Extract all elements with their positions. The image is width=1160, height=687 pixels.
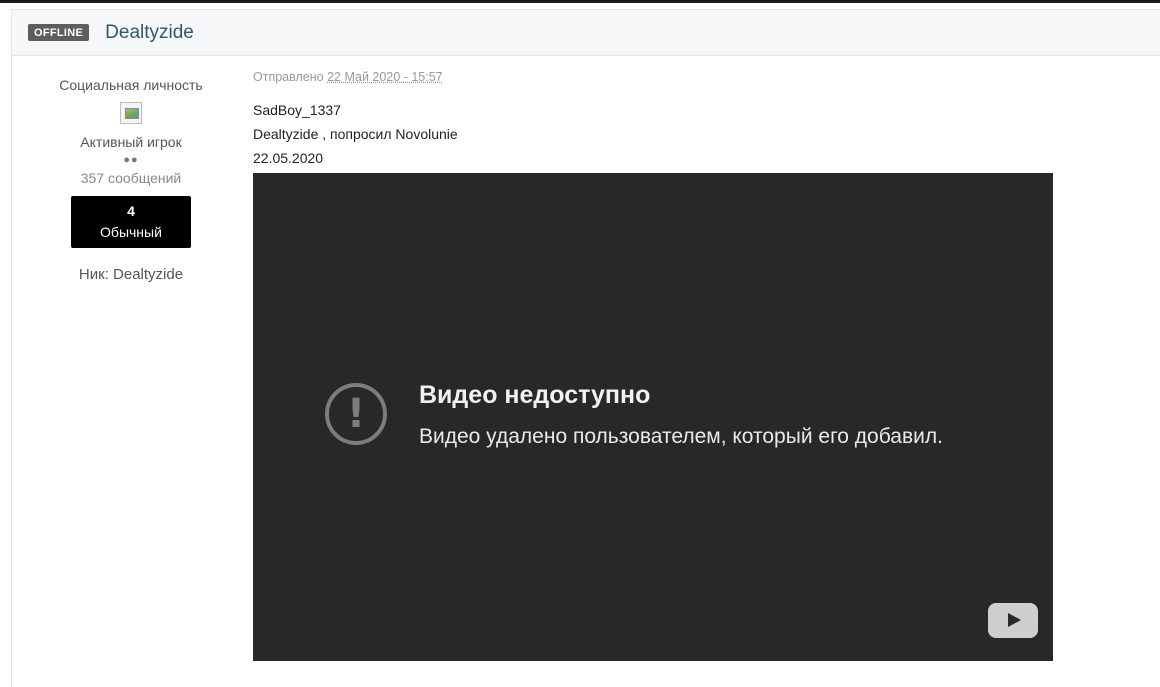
post-text-line: Dealtyzide , попросил Novolunie <box>253 126 458 142</box>
reputation-value: 4 <box>127 203 135 219</box>
reputation-label: Обычный <box>100 224 162 240</box>
broken-image-icon[interactable] <box>120 102 142 124</box>
author-name-link[interactable]: Dealtyzide <box>105 22 194 44</box>
exclamation-circle-icon: ! <box>325 383 387 445</box>
rank-pips: ●● <box>123 154 139 166</box>
video-unavailable-title: Видео недоступно <box>419 381 651 409</box>
youtube-play-icon[interactable] <box>988 603 1038 638</box>
video-embed[interactable]: ! Видео недоступно Видео удалено пользов… <box>253 173 1053 661</box>
top-border <box>0 0 1160 3</box>
post-text-line: 22.05.2020 <box>253 150 324 166</box>
post-header: OFFLINE Dealtyzide <box>12 10 1160 56</box>
status-badge: OFFLINE <box>28 24 90 41</box>
forum-post: OFFLINE Dealtyzide Социальная личность А… <box>11 9 1160 687</box>
reputation-box: 4 Обычный <box>71 196 191 248</box>
posted-prefix: Отправлено <box>253 70 324 84</box>
user-title: Социальная личность <box>59 77 203 93</box>
nick-line: Ник: Dealtyzide <box>78 266 184 283</box>
post-body: Отправлено 22 Май 2020 - 15:57 SadBoy_13… <box>253 70 1133 661</box>
post-text-line: SadBoy_1337 <box>253 102 341 118</box>
post-count: 357 сообщений <box>80 170 182 186</box>
posted-date[interactable]: 22 Май 2020 - 15:57 <box>327 70 443 84</box>
posted-info: Отправлено 22 Май 2020 - 15:57 <box>253 70 1133 84</box>
rank-name: Активный игрок <box>80 134 182 150</box>
video-unavailable-message: Видео удалено пользователем, который его… <box>419 425 943 448</box>
author-info: Социальная личность Активный игрок ●● 35… <box>12 67 250 283</box>
